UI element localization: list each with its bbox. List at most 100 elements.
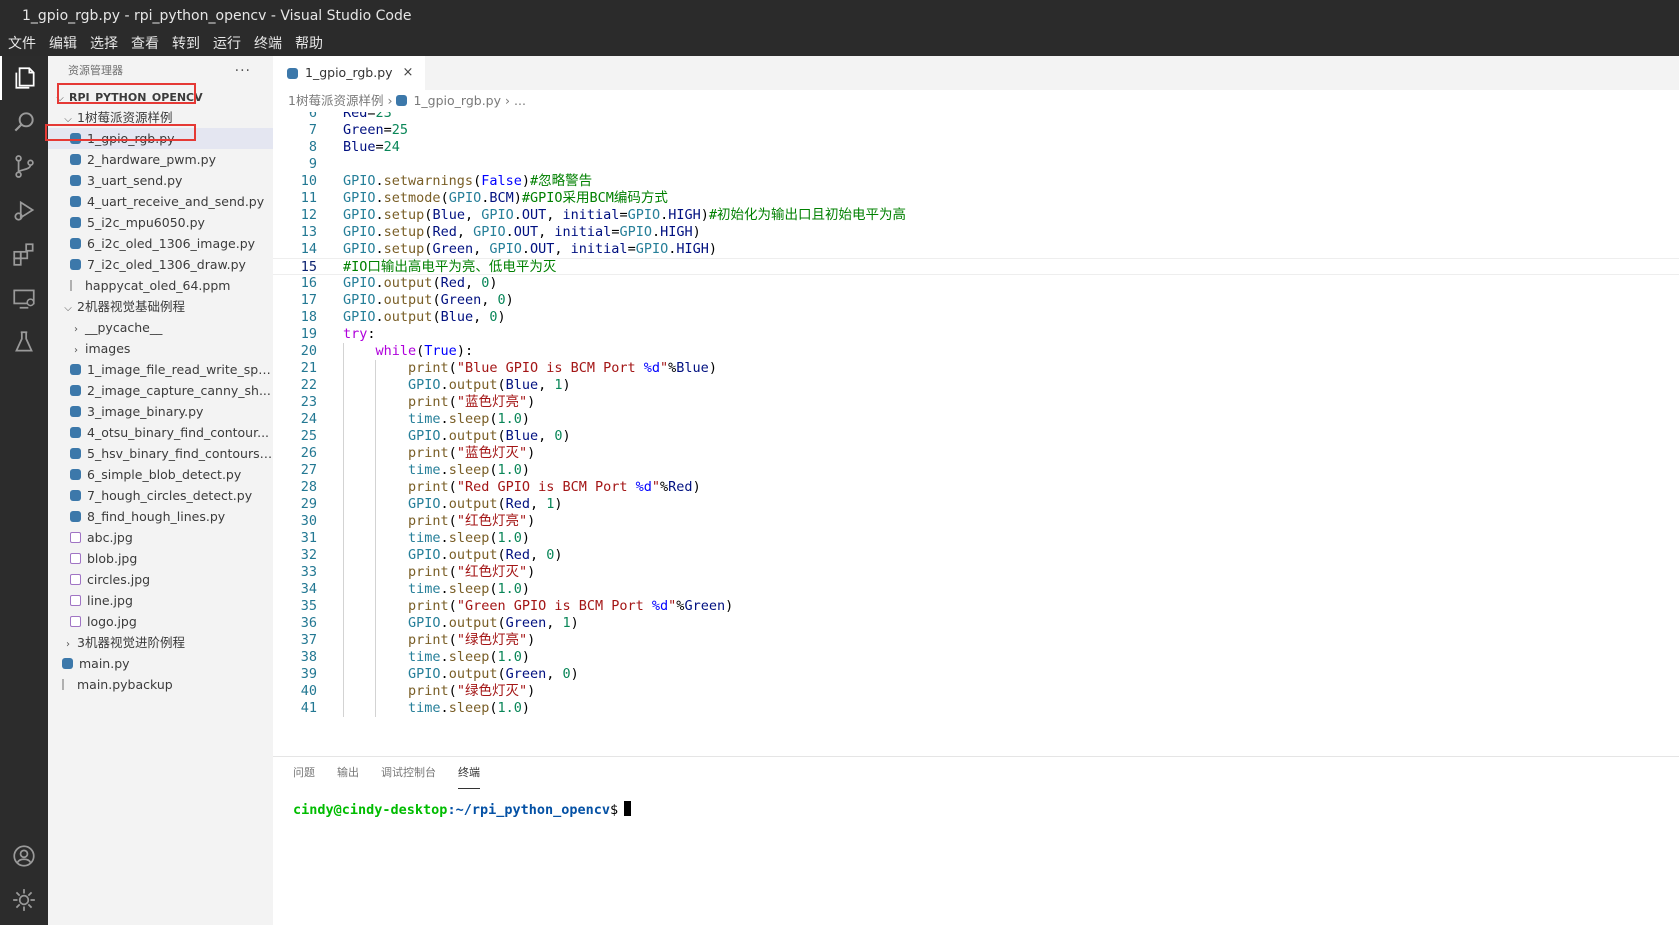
tree-item-happycat-oled-64-ppm[interactable]: happycat_oled_64.ppm — [48, 275, 273, 296]
code-line[interactable]: 40 print("绿色灯灭") — [273, 683, 1679, 700]
code-line[interactable]: 16 GPIO.output(Red, 0) — [273, 275, 1679, 292]
breadcrumb-symbol[interactable]: ... — [514, 93, 526, 108]
code-line[interactable]: 15 #IO口输出高电平为亮、低电平为灭 — [273, 258, 1679, 275]
code-line[interactable]: 39 GPIO.output(Green, 0) — [273, 666, 1679, 683]
code-line[interactable]: 30 print("红色灯亮") — [273, 513, 1679, 530]
tab-1-gpio-rgb[interactable]: 1_gpio_rgb.py × — [273, 56, 426, 90]
tree-item-6-i2c-oled-1306-image-py[interactable]: 6_i2c_oled_1306_image.py — [48, 233, 273, 254]
code-line[interactable]: 19 try: — [273, 326, 1679, 343]
code-line[interactable]: 25 GPIO.output(Blue, 0) — [273, 428, 1679, 445]
close-icon[interactable]: × — [403, 56, 414, 90]
source-control-icon[interactable] — [0, 144, 48, 188]
tree-item-3-uart-send-py[interactable]: 3_uart_send.py — [48, 170, 273, 191]
search-icon[interactable] — [0, 100, 48, 144]
panel-tab-3[interactable]: 终端 — [458, 757, 480, 789]
tree-item-6-simple-blob-detect-py[interactable]: 6_simple_blob_detect.py — [48, 464, 273, 485]
chevron-right-icon[interactable]: › — [62, 634, 74, 653]
code-line[interactable]: 38 time.sleep(1.0) — [273, 649, 1679, 666]
code-line[interactable]: 8 Blue=24 — [273, 139, 1679, 156]
tree-item-2-hardware-pwm-py[interactable]: 2_hardware_pwm.py — [48, 149, 273, 170]
code-line[interactable]: 32 GPIO.output(Red, 0) — [273, 547, 1679, 564]
code-line[interactable]: 28 print("Red GPIO is BCM Port %d"%Red) — [273, 479, 1679, 496]
breadcrumb-folder[interactable]: 1树莓派资源样例 — [288, 93, 383, 108]
code-line[interactable]: 37 print("绿色灯亮") — [273, 632, 1679, 649]
code-line[interactable]: 14 GPIO.setup(Green, GPIO.OUT, initial=GP… — [273, 241, 1679, 258]
menu-item-5[interactable]: 运行 — [213, 32, 241, 56]
more-actions-icon[interactable]: ··· — [235, 56, 251, 86]
tree-item-label: 3_uart_send.py — [87, 173, 183, 188]
code-line[interactable]: 10 GPIO.setwarnings(False)#忽略警告 — [273, 173, 1679, 190]
testing-icon[interactable] — [0, 320, 48, 364]
tree-item-4-uart-receive-and-send-py[interactable]: 4_uart_receive_and_send.py — [48, 191, 273, 212]
tree-item-blob-jpg[interactable]: blob.jpg — [48, 548, 273, 569]
code-line[interactable]: 31 time.sleep(1.0) — [273, 530, 1679, 547]
code-line[interactable]: 41 time.sleep(1.0) — [273, 700, 1679, 717]
code-line[interactable]: 7 Green=25 — [273, 122, 1679, 139]
code-line[interactable]: 13 GPIO.setup(Red, GPIO.OUT, initial=GPIO… — [273, 224, 1679, 241]
code-token: print — [408, 360, 449, 376]
extensions-icon[interactable] — [0, 232, 48, 276]
code-line[interactable]: 35 print("Green GPIO is BCM Port %d"%Gre… — [273, 598, 1679, 615]
code-line[interactable]: 17 GPIO.output(Green, 0) — [273, 292, 1679, 309]
tree-item-2[interactable]: ⌵ 2机器视觉基础例程 — [48, 296, 273, 317]
indent-guide — [375, 513, 377, 530]
menu-item-3[interactable]: 查看 — [131, 32, 159, 56]
tree-item-5-i2c-mpu6050-py[interactable]: 5_i2c_mpu6050.py — [48, 212, 273, 233]
menu-item-0[interactable]: 文件 — [8, 32, 36, 56]
tree-item-3[interactable]: › 3机器视觉进阶例程 — [48, 632, 273, 653]
code-line[interactable]: 24 time.sleep(1.0) — [273, 411, 1679, 428]
tree-item-4-otsu-binary-find-contour[interactable]: 4_otsu_binary_find_contour... — [48, 422, 273, 443]
code-token: 1.0 — [497, 649, 522, 665]
tree-item-circles-jpg[interactable]: circles.jpg — [48, 569, 273, 590]
tree-item-2-image-capture-canny-sh[interactable]: 2_image_capture_canny_sh... — [48, 380, 273, 401]
code-token: ) — [700, 207, 709, 223]
tree-item-abc-jpg[interactable]: abc.jpg — [48, 527, 273, 548]
tree-item-pycache[interactable]: › __pycache__ — [48, 317, 273, 338]
code-line[interactable]: 23 print("蓝色灯亮") — [273, 394, 1679, 411]
code-line[interactable]: 22 GPIO.output(Blue, 1) — [273, 377, 1679, 394]
tree-item-5-hsv-binary-find-contours[interactable]: 5_hsv_binary_find_contours.... — [48, 443, 273, 464]
code-line[interactable]: 6 Red=23 — [273, 112, 1679, 122]
breadcrumb-file[interactable]: 1_gpio_rgb.py — [413, 93, 501, 108]
code-line[interactable]: 11 GPIO.setmode(GPIO.BCM)#GPIO采用BCM编码方式 — [273, 190, 1679, 207]
code-line[interactable]: 12 GPIO.setup(Blue, GPIO.OUT, initial=GPI… — [273, 207, 1679, 224]
tree-item-images[interactable]: › images — [48, 338, 273, 359]
code-line[interactable]: 21 print("Blue GPIO is BCM Port %d"%Blue… — [273, 360, 1679, 377]
code-line[interactable]: 29 GPIO.output(Red, 1) — [273, 496, 1679, 513]
tree-item-7-i2c-oled-1306-draw-py[interactable]: 7_i2c_oled_1306_draw.py — [48, 254, 273, 275]
tree-item-1-image-file-read-write-spl[interactable]: 1_image_file_read_write_spl... — [48, 359, 273, 380]
tree-item-line-jpg[interactable]: line.jpg — [48, 590, 273, 611]
code-editor[interactable]: 6 Red=23 7 Green=25 8 Blue=24 9 10 GPIO.setwarni… — [273, 112, 1679, 756]
tree-item-logo-jpg[interactable]: logo.jpg — [48, 611, 273, 632]
tree-item-main-py[interactable]: main.py — [48, 653, 273, 674]
code-line[interactable]: 27 time.sleep(1.0) — [273, 462, 1679, 479]
panel-tab-2[interactable]: 调试控制台 — [381, 757, 436, 789]
chevron-down-icon[interactable]: ⌵ — [62, 298, 74, 317]
menu-item-7[interactable]: 帮助 — [295, 32, 323, 56]
code-line[interactable]: 34 time.sleep(1.0) — [273, 581, 1679, 598]
files-icon[interactable] — [0, 56, 48, 100]
tree-item-7-hough-circles-detect-py[interactable]: 7_hough_circles_detect.py — [48, 485, 273, 506]
account-icon[interactable] — [0, 834, 48, 878]
tree-item-8-find-hough-lines-py[interactable]: 8_find_hough_lines.py — [48, 506, 273, 527]
menu-item-2[interactable]: 选择 — [90, 32, 118, 56]
chevron-right-icon[interactable]: › — [70, 340, 82, 359]
code-line[interactable]: 36 GPIO.output(Green, 1) — [273, 615, 1679, 632]
menu-item-1[interactable]: 编辑 — [49, 32, 77, 56]
tree-item-3-image-binary-py[interactable]: 3_image_binary.py — [48, 401, 273, 422]
panel-tab-1[interactable]: 输出 — [337, 757, 359, 789]
code-line[interactable]: 33 print("红色灯灭") — [273, 564, 1679, 581]
panel-tab-0[interactable]: 问题 — [293, 757, 315, 789]
code-line[interactable]: 20 while(True): — [273, 343, 1679, 360]
tree-item-main-pybackup[interactable]: main.pybackup — [48, 674, 273, 695]
code-line[interactable]: 18 GPIO.output(Blue, 0) — [273, 309, 1679, 326]
code-line[interactable]: 26 print("蓝色灯灭") — [273, 445, 1679, 462]
settings-gear-icon[interactable] — [0, 878, 48, 922]
menu-item-4[interactable]: 转到 — [172, 32, 200, 56]
remote-explorer-icon[interactable] — [0, 276, 48, 320]
run-debug-icon[interactable] — [0, 188, 48, 232]
terminal[interactable]: cindy@cindy-desktop:~/rpi_python_opencv$ — [273, 801, 1679, 819]
code-line[interactable]: 9 — [273, 156, 1679, 173]
chevron-right-icon[interactable]: › — [70, 319, 82, 338]
menu-item-6[interactable]: 终端 — [254, 32, 282, 56]
